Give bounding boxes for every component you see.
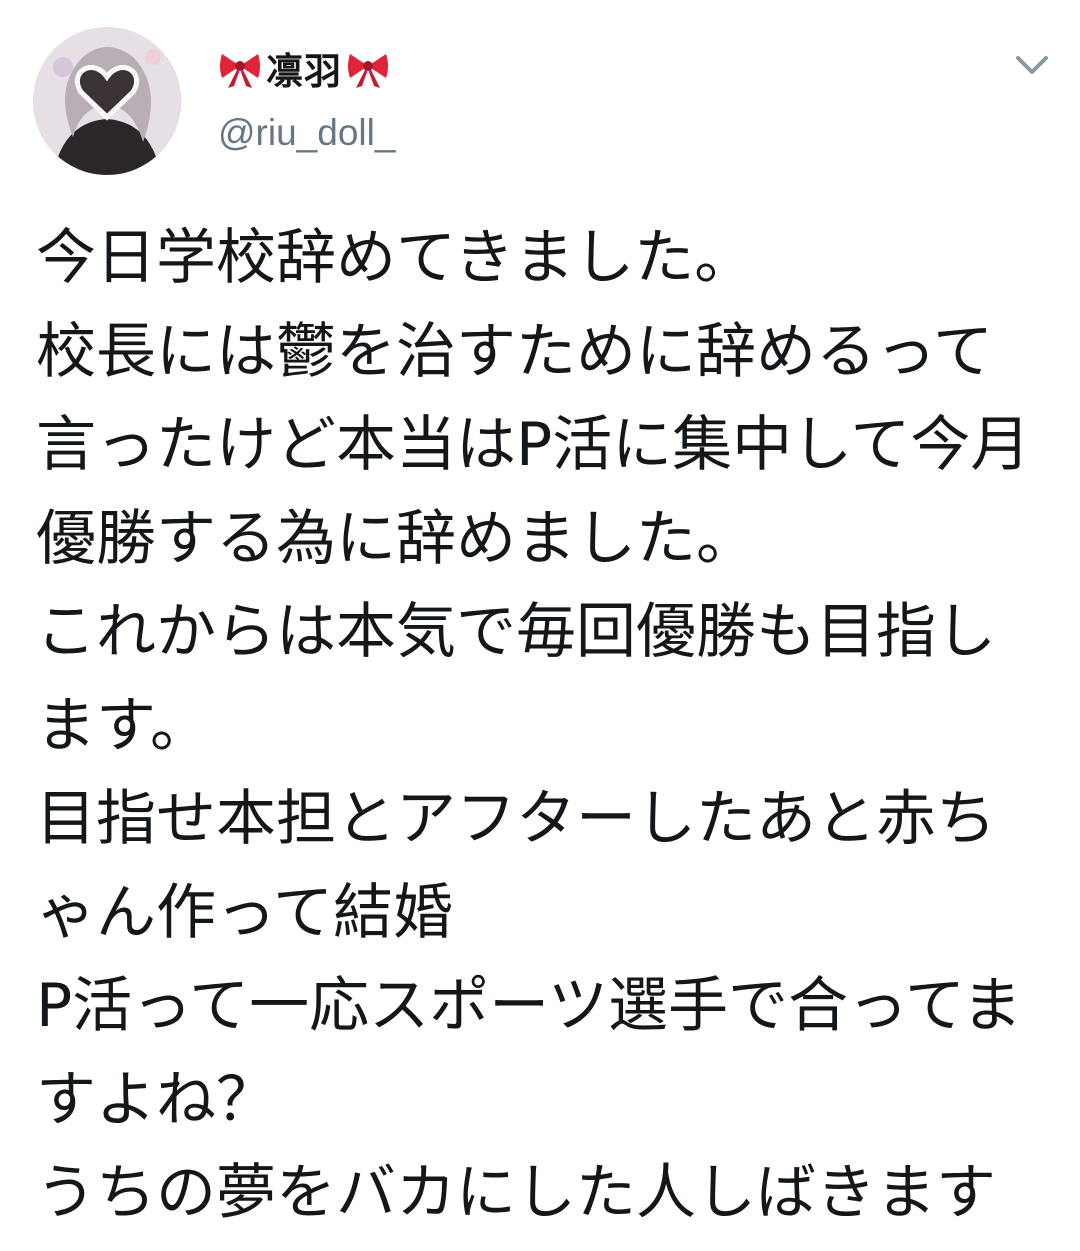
user-handle[interactable]: @riu_doll_ [218, 112, 395, 154]
tweet-line: これからは本気で毎回優勝も目指し [36, 597, 996, 667]
tweet-header: 凛羽 @riu_doll_ [0, 0, 1080, 200]
tweet-line: 言ったけど本当はP活に集中して今月 [36, 410, 1031, 480]
ribbon-bow-icon [218, 46, 262, 90]
tweet-text: 今日学校辞めてきました。 校長には鬱を治すために辞めるって 言ったけど本当はP活… [36, 212, 1056, 1241]
tweet-line: ゃん作って結婚 [36, 877, 453, 948]
tweet-line: 校長には鬱を治すために辞めるって [36, 316, 993, 387]
tweet-line: ます。 [36, 690, 210, 761]
tweet-line: 今日学校辞めてきました。 [36, 223, 755, 293]
chevron-down-icon[interactable] [1010, 48, 1054, 84]
tweet-line: P活って一応スポーツ選手で合ってま [36, 971, 1022, 1041]
ribbon-bow-icon [346, 46, 390, 90]
tweet-line: すよね？ [36, 1064, 276, 1135]
avatar[interactable] [33, 27, 181, 175]
tweet-line: うちの夢をバカにした人しばきます [36, 1158, 996, 1228]
name-row[interactable]: 凛羽 [218, 40, 390, 96]
avatar-image [33, 27, 181, 175]
display-name: 凛羽 [266, 50, 342, 93]
tweet-line: 目指せ本担とアフターしたあと赤ち [36, 784, 996, 854]
tweet-line: 優勝する為に辞めました。 [36, 503, 756, 574]
